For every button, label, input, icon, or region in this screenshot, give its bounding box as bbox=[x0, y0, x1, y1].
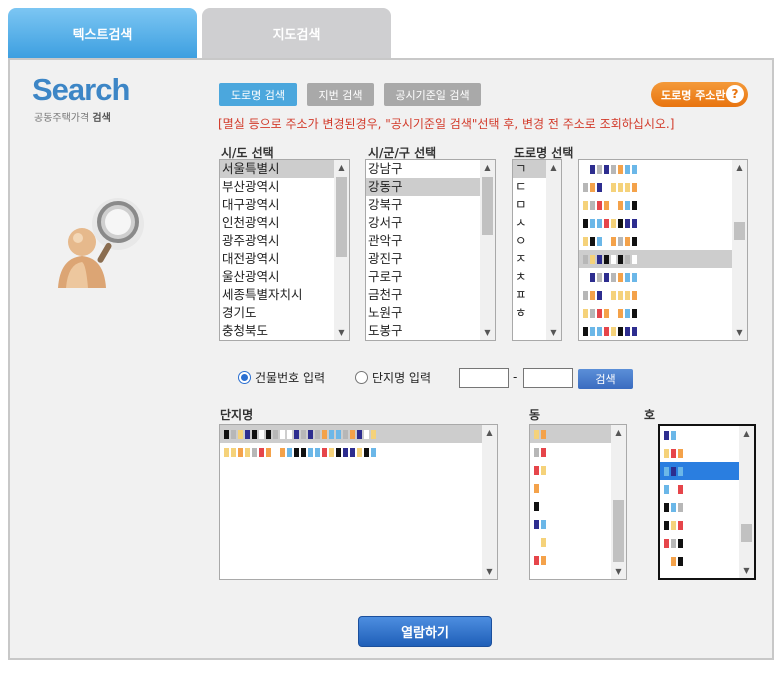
logo-subtitle: 공동주택가격 검색 bbox=[34, 109, 111, 124]
dong-scrollbar[interactable]: ▲ ▼ bbox=[611, 425, 626, 579]
range-separator: - bbox=[513, 370, 518, 384]
scroll-up-icon[interactable]: ▲ bbox=[334, 160, 349, 175]
list-item[interactable]: 울산광역시 bbox=[220, 268, 349, 286]
radio-danji-label: 단지명 입력 bbox=[372, 371, 432, 385]
radio-danji-name[interactable]: 단지명 입력 bbox=[355, 369, 431, 386]
list-item[interactable]: 서울특별시 bbox=[220, 160, 349, 178]
date-search-button[interactable]: 공시기준일 검색 bbox=[384, 83, 481, 106]
radio-building-label: 건물번호 입력 bbox=[255, 371, 326, 385]
scroll-up-icon[interactable]: ▲ bbox=[546, 160, 561, 175]
building-search-button[interactable]: 검색 bbox=[578, 369, 633, 389]
scroll-up-icon[interactable]: ▲ bbox=[732, 160, 747, 175]
sigungu-list: 강남구 강동구 강북구 강서구 관악구 광진구 구로구 금천구 노원구 도봉구 bbox=[366, 160, 495, 340]
redacted-list-item[interactable] bbox=[579, 268, 747, 286]
scroll-thumb[interactable] bbox=[741, 524, 752, 542]
radio-dot-checked[interactable] bbox=[238, 371, 251, 384]
danji-scrollbar[interactable]: ▲ ▼ bbox=[482, 425, 497, 579]
road-search-button[interactable]: 도로명 검색 bbox=[219, 83, 297, 106]
scroll-down-icon[interactable]: ▼ bbox=[480, 325, 495, 340]
scroll-thumb[interactable] bbox=[482, 177, 493, 235]
dong-label: 동 bbox=[529, 408, 541, 422]
question-icon: ? bbox=[726, 85, 744, 103]
road-address-help-button[interactable]: 도로명 주소란 ? bbox=[651, 82, 748, 107]
list-item[interactable]: 구로구 bbox=[366, 268, 495, 286]
scroll-down-icon[interactable]: ▼ bbox=[739, 563, 754, 578]
redacted-list-item[interactable] bbox=[579, 178, 747, 196]
redacted-list-item[interactable] bbox=[579, 250, 747, 268]
ho-label: 호 bbox=[644, 408, 656, 422]
list-item[interactable]: 경기도 bbox=[220, 304, 349, 322]
ho-listbox[interactable]: ▲ ▼ bbox=[658, 424, 756, 580]
list-item[interactable]: 충청북도 bbox=[220, 322, 349, 340]
road-address-help-label: 도로명 주소란 bbox=[661, 88, 726, 102]
redacted-list-item[interactable] bbox=[579, 196, 747, 214]
view-button[interactable]: 열람하기 bbox=[358, 616, 492, 647]
redacted-list-item[interactable] bbox=[579, 322, 747, 340]
scroll-thumb[interactable] bbox=[336, 177, 347, 257]
sigungu-listbox[interactable]: 강남구 강동구 강북구 강서구 관악구 광진구 구로구 금천구 노원구 도봉구 ▲ ▼ bbox=[365, 159, 496, 341]
list-item[interactable]: 강동구 bbox=[366, 178, 495, 196]
scroll-down-icon[interactable]: ▼ bbox=[334, 325, 349, 340]
notice-text: [멸실 등으로 주소가 변경된경우, "공시기준일 검색"선택 후, 변경 전 … bbox=[218, 117, 675, 131]
danji-label: 단지명 bbox=[220, 408, 254, 422]
jibun-search-button[interactable]: 지번 검색 bbox=[307, 83, 374, 106]
list-item[interactable]: 인천광역시 bbox=[220, 214, 349, 232]
sido-listbox[interactable]: 서울특별시 부산광역시 대구광역시 인천광역시 광주광역시 대전광역시 울산광역시 세종특별자… bbox=[219, 159, 350, 341]
road-name-scrollbar[interactable]: ▲ ▼ bbox=[732, 160, 747, 340]
redacted-list-item[interactable] bbox=[579, 286, 747, 304]
tab-text-search[interactable]: 텍스트검색 bbox=[8, 8, 197, 58]
logo-subtitle-text: 공동주택가격 bbox=[34, 113, 90, 124]
list-item[interactable]: 금천구 bbox=[366, 286, 495, 304]
road-initial-scrollbar[interactable]: ▲ ▼ bbox=[546, 160, 561, 340]
building-number-start-input[interactable] bbox=[459, 368, 509, 388]
list-item[interactable]: 대전광역시 bbox=[220, 250, 349, 268]
list-item[interactable]: 강북구 bbox=[366, 196, 495, 214]
list-item[interactable]: 강서구 bbox=[366, 214, 495, 232]
scroll-down-icon[interactable]: ▼ bbox=[546, 325, 561, 340]
list-item[interactable]: 도봉구 bbox=[366, 322, 495, 340]
redacted-list-item[interactable] bbox=[579, 304, 747, 322]
radio-building-number[interactable]: 건물번호 입력 bbox=[238, 369, 325, 386]
road-name-listbox[interactable]: ▲ ▼ bbox=[578, 159, 748, 341]
danji-listbox[interactable]: ▲ ▼ bbox=[219, 424, 498, 580]
redacted-list-item[interactable] bbox=[579, 214, 747, 232]
redacted-list-item[interactable] bbox=[220, 425, 497, 443]
list-item[interactable]: 광진구 bbox=[366, 250, 495, 268]
list-item[interactable]: 강남구 bbox=[366, 160, 495, 178]
list-item[interactable]: 세종특별자치시 bbox=[220, 286, 349, 304]
building-number-end-input[interactable] bbox=[523, 368, 573, 388]
danji-list bbox=[220, 425, 497, 461]
list-item[interactable]: 노원구 bbox=[366, 304, 495, 322]
road-initial-listbox[interactable]: ㄱㄷㅁㅅㅇㅈㅊㅍㅎ ▲ ▼ bbox=[512, 159, 562, 341]
scroll-down-icon[interactable]: ▼ bbox=[732, 325, 747, 340]
scroll-up-icon[interactable]: ▲ bbox=[480, 160, 495, 175]
scroll-up-icon[interactable]: ▲ bbox=[482, 425, 497, 440]
sido-list: 서울특별시 부산광역시 대구광역시 인천광역시 광주광역시 대전광역시 울산광역시 세종특별자… bbox=[220, 160, 349, 340]
scroll-up-icon[interactable]: ▲ bbox=[739, 426, 754, 441]
scroll-down-icon[interactable]: ▼ bbox=[482, 564, 497, 579]
redacted-list-item[interactable] bbox=[579, 160, 747, 178]
redacted-list-item[interactable] bbox=[579, 232, 747, 250]
scroll-thumb[interactable] bbox=[734, 222, 745, 240]
search-panel: Search 공동주택가격 검색 도로명 검색 지번 검색 공시기준일 검색 도… bbox=[8, 58, 774, 660]
scroll-up-icon[interactable]: ▲ bbox=[611, 425, 626, 440]
person-magnifier-icon bbox=[58, 198, 144, 288]
scroll-thumb[interactable] bbox=[613, 500, 624, 562]
list-item[interactable]: 대구광역시 bbox=[220, 196, 349, 214]
list-item[interactable]: 관악구 bbox=[366, 232, 495, 250]
ho-scrollbar[interactable]: ▲ ▼ bbox=[739, 426, 754, 578]
scroll-down-icon[interactable]: ▼ bbox=[611, 564, 626, 579]
road-name-list bbox=[579, 160, 747, 340]
dong-listbox[interactable]: ▲ ▼ bbox=[529, 424, 627, 580]
list-item[interactable]: 부산광역시 bbox=[220, 178, 349, 196]
redacted-list-item[interactable] bbox=[220, 443, 497, 461]
logo-subtitle-bold: 검색 bbox=[92, 113, 111, 124]
sido-scrollbar[interactable]: ▲ ▼ bbox=[334, 160, 349, 340]
list-item[interactable]: 광주광역시 bbox=[220, 232, 349, 250]
logo-title: Search bbox=[32, 72, 130, 107]
tab-map-search[interactable]: 지도검색 bbox=[202, 8, 391, 58]
sigungu-scrollbar[interactable]: ▲ ▼ bbox=[480, 160, 495, 340]
radio-dot[interactable] bbox=[355, 371, 368, 384]
